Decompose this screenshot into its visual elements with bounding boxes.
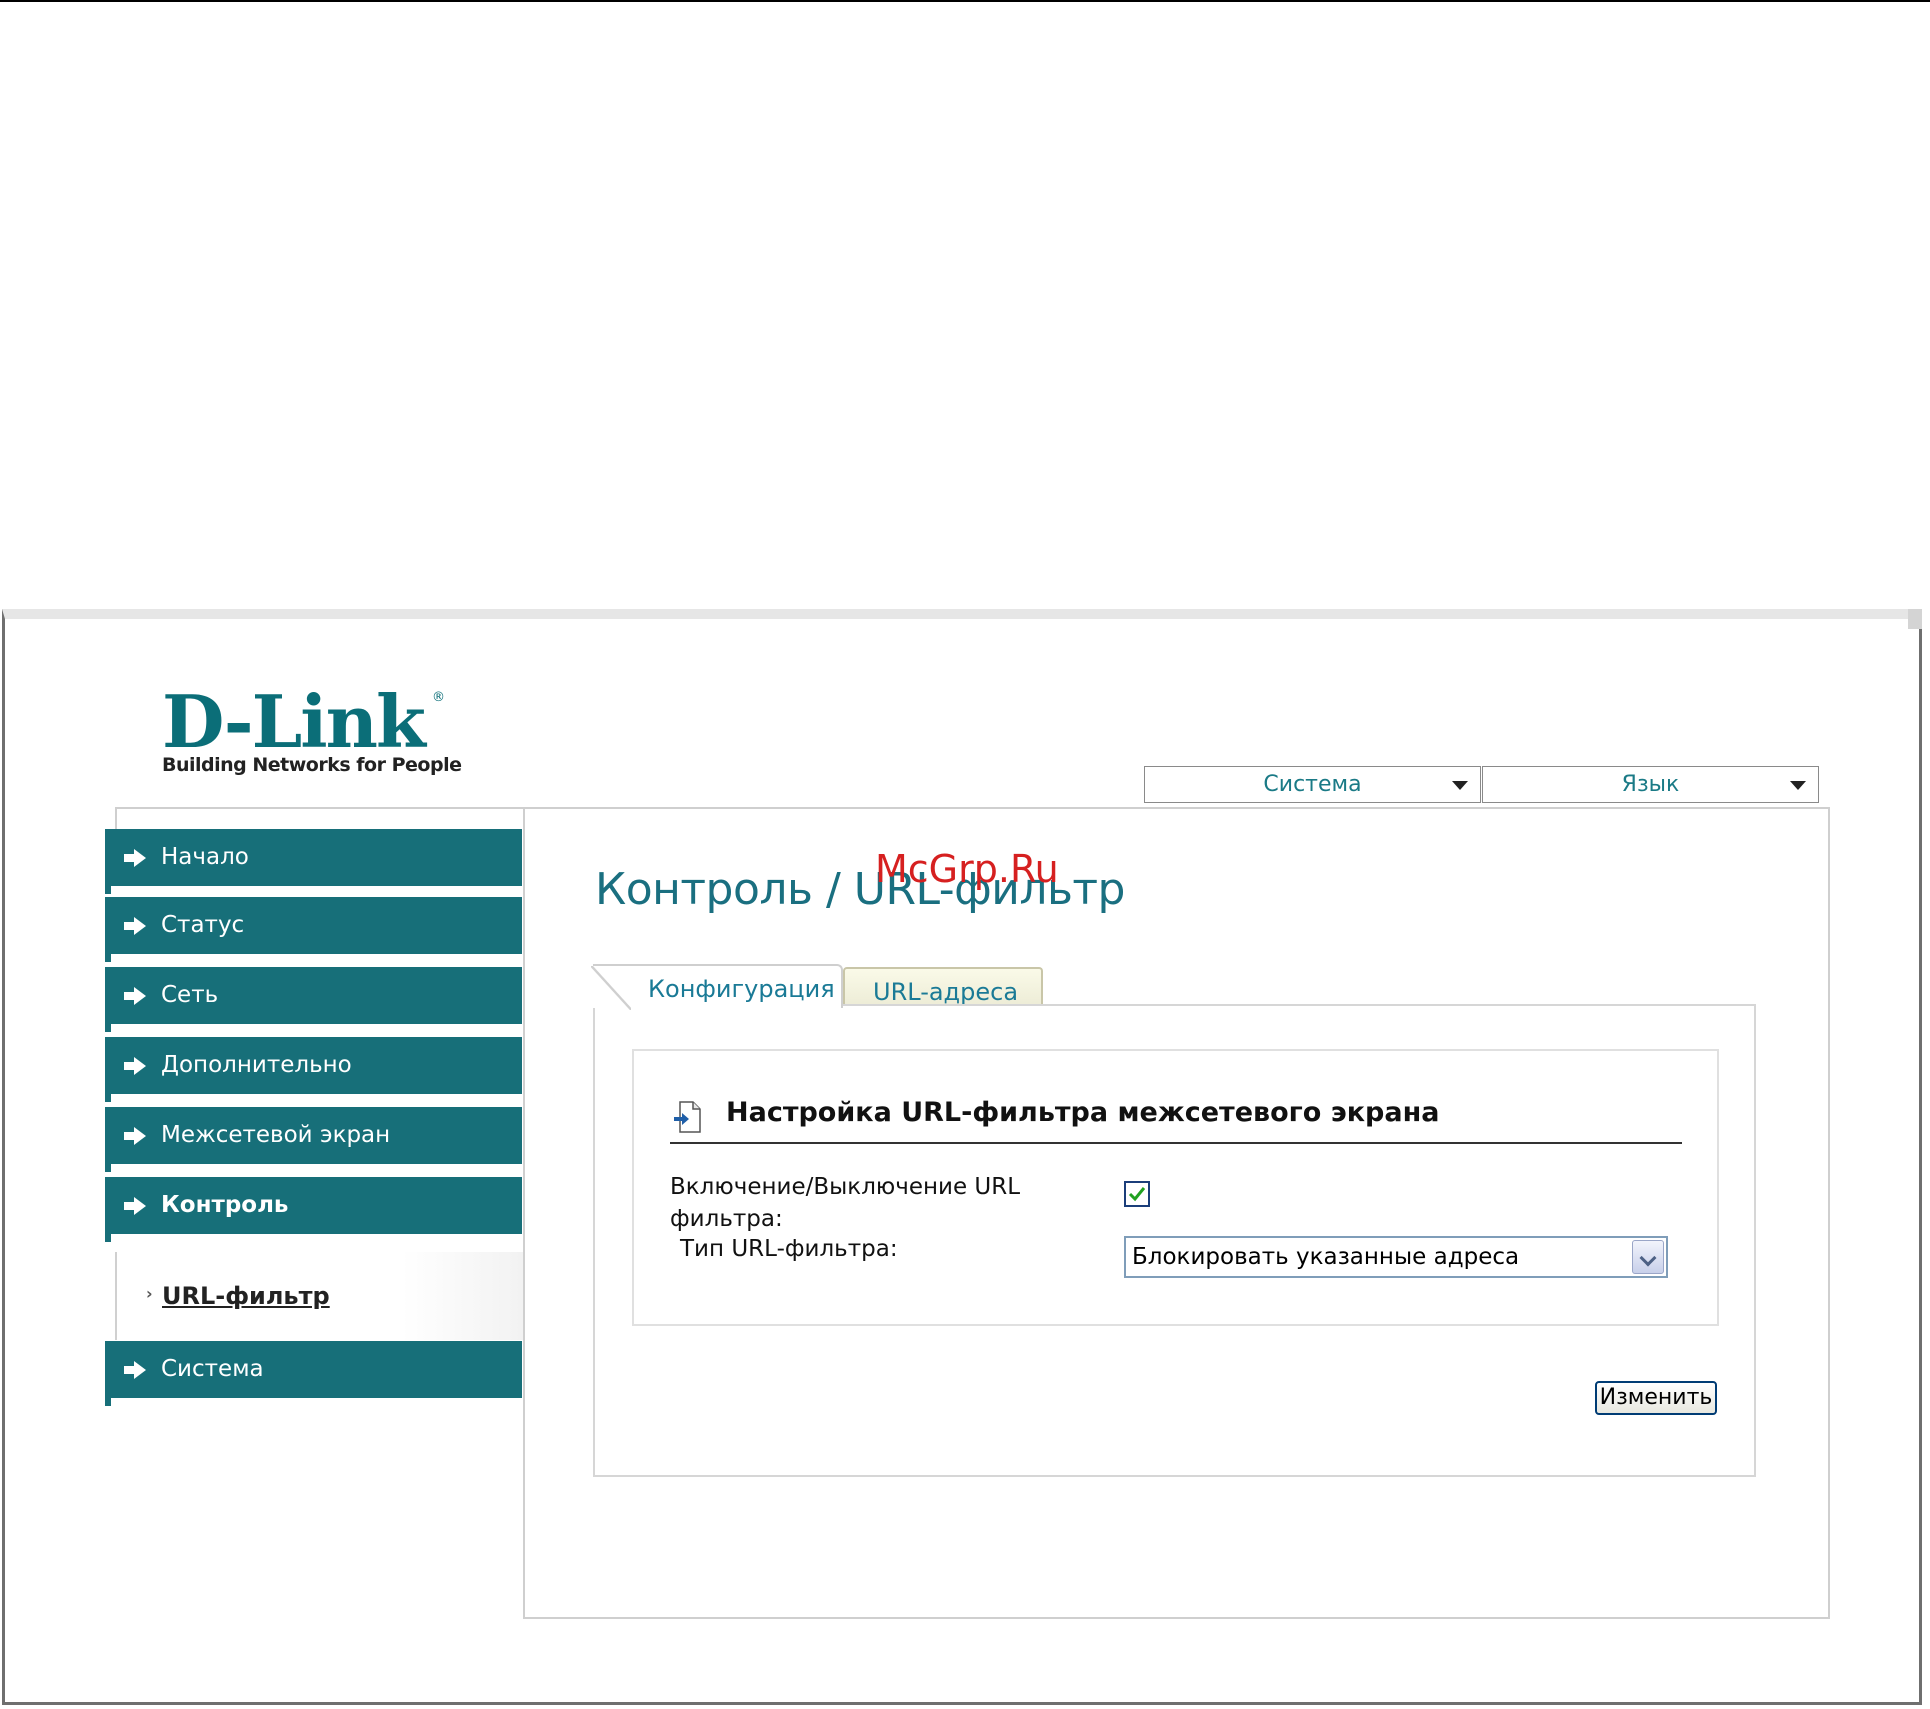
arrow-right-icon xyxy=(124,849,146,867)
tab-url-addresses[interactable]: URL-адреса xyxy=(843,967,1043,1009)
arrow-right-icon xyxy=(124,917,146,935)
sidebar-item-control[interactable]: Контроль xyxy=(105,1177,522,1242)
sidebar-frame-top xyxy=(115,807,523,829)
sidebar-item-label: Начало xyxy=(161,844,249,870)
logo-tagline: Building Networks for People xyxy=(162,754,462,776)
arrow-right-icon xyxy=(124,1361,146,1379)
scrollbar-corner xyxy=(1908,609,1922,629)
tab-configuration[interactable]: Конфигурация xyxy=(591,964,843,1010)
filter-type-label: Тип URL-фильтра: xyxy=(680,1236,898,1262)
sidebar-item-label: Статус xyxy=(161,912,245,938)
tab-label: URL-адреса xyxy=(873,978,1019,1006)
check-icon xyxy=(1128,1187,1146,1202)
sidebar-subitem-label: URL-фильтр xyxy=(162,1282,330,1310)
sidebar-item-label: Дополнительно xyxy=(161,1052,352,1078)
enable-filter-checkbox[interactable] xyxy=(1124,1181,1150,1207)
sidebar-item-system[interactable]: Система xyxy=(105,1341,522,1406)
logo-registered-mark: ® xyxy=(432,690,445,705)
logo-word: D-Link xyxy=(162,679,426,764)
bullet-icon: › xyxy=(146,1284,153,1303)
chevron-down-icon xyxy=(1790,781,1806,790)
sidebar-item-label: Сеть xyxy=(161,982,219,1008)
chevron-down-icon[interactable] xyxy=(1632,1240,1664,1274)
system-menu-select[interactable]: Система xyxy=(1144,766,1481,803)
tab-panel: Настройка URL-фильтра межсетевого экрана… xyxy=(593,1004,1756,1477)
language-menu-select[interactable]: Язык xyxy=(1482,766,1819,803)
sidebar-item-advanced[interactable]: Дополнительно xyxy=(105,1037,522,1102)
language-menu-label: Язык xyxy=(1621,772,1680,797)
arrow-right-icon xyxy=(124,1127,146,1145)
arrow-right-icon xyxy=(124,987,146,1005)
system-menu-label: Система xyxy=(1263,772,1362,797)
url-filter-settings: Настройка URL-фильтра межсетевого экрана… xyxy=(632,1049,1719,1326)
main-content: Контроль / URL-фильтр McGrp.Ru Конфигура… xyxy=(523,807,1830,1619)
apply-button[interactable]: Изменить xyxy=(1595,1381,1717,1415)
sidebar-submenu: › URL-фильтр xyxy=(115,1252,524,1340)
sidebar-item-firewall[interactable]: Межсетевой экран xyxy=(105,1107,522,1172)
sidebar-item-label: Система xyxy=(161,1356,264,1382)
arrow-right-icon xyxy=(124,1197,146,1215)
sidebar-item-label: Межсетевой экран xyxy=(161,1122,391,1148)
browser-window: D-Link ® Building Networks for People Си… xyxy=(2,609,1922,1705)
sidebar-item-home[interactable]: Начало xyxy=(105,829,522,894)
section-title: Настройка URL-фильтра межсетевого экрана xyxy=(726,1097,1440,1128)
top-rule xyxy=(0,0,1930,2)
tab-label: Конфигурация xyxy=(648,975,835,1003)
filter-type-value: Блокировать указанные адреса xyxy=(1132,1244,1520,1270)
chevron-down-icon xyxy=(1452,781,1468,790)
dlink-logo: D-Link ® Building Networks for People xyxy=(162,679,462,777)
sidebar-item-network[interactable]: Сеть xyxy=(105,967,522,1032)
document-arrow-icon xyxy=(674,1101,701,1133)
watermark-text: McGrp.Ru xyxy=(875,847,1059,891)
sidebar-item-status[interactable]: Статус xyxy=(105,897,522,962)
filter-type-select[interactable]: Блокировать указанные адреса xyxy=(1124,1236,1668,1278)
arrow-right-icon xyxy=(124,1057,146,1075)
section-divider xyxy=(670,1142,1682,1144)
enable-filter-label: Включение/Выключение URL фильтра: xyxy=(670,1174,1021,1232)
sidebar-item-label: Контроль xyxy=(161,1192,289,1218)
sidebar-subitem-url-filter[interactable]: › URL-фильтр xyxy=(146,1282,330,1310)
